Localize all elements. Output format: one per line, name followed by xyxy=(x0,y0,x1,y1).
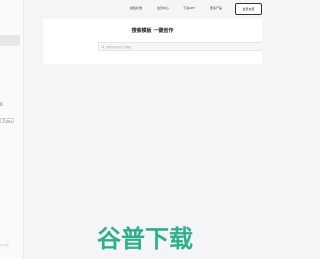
search-input[interactable] xyxy=(106,43,256,51)
sidebar-footer-text: 京ICP备 xyxy=(0,244,9,247)
watermark-logo: 谷普下载 xyxy=(97,225,193,253)
nav-link-more-products[interactable]: 更多产品 xyxy=(210,6,222,10)
sidebar-selected-item[interactable] xyxy=(0,35,20,46)
member-recharge-button[interactable]: 会员充值 xyxy=(235,3,262,15)
sidebar-beta-tag[interactable]: Beta xyxy=(4,118,14,123)
watermark-text: 谷普下载 xyxy=(97,225,193,253)
search-title: 搜索模板 一键创作 xyxy=(131,28,174,34)
nav-link-templates[interactable]: 模板标准 xyxy=(130,6,142,10)
search-box[interactable] xyxy=(98,42,262,51)
left-sidebar: 0 Beta 京ICP备 xyxy=(0,0,24,259)
sidebar-number: 0 xyxy=(0,102,3,107)
top-navigation: 模板标准 会员中心 下载APP 更多产品 会员充值 xyxy=(125,3,262,15)
nav-link-member-center[interactable]: 会员中心 xyxy=(157,6,169,10)
search-icon xyxy=(101,45,105,49)
nav-link-download-app[interactable]: 下载APP xyxy=(183,6,195,10)
search-panel: 搜索模板 一键创作 xyxy=(43,19,262,64)
